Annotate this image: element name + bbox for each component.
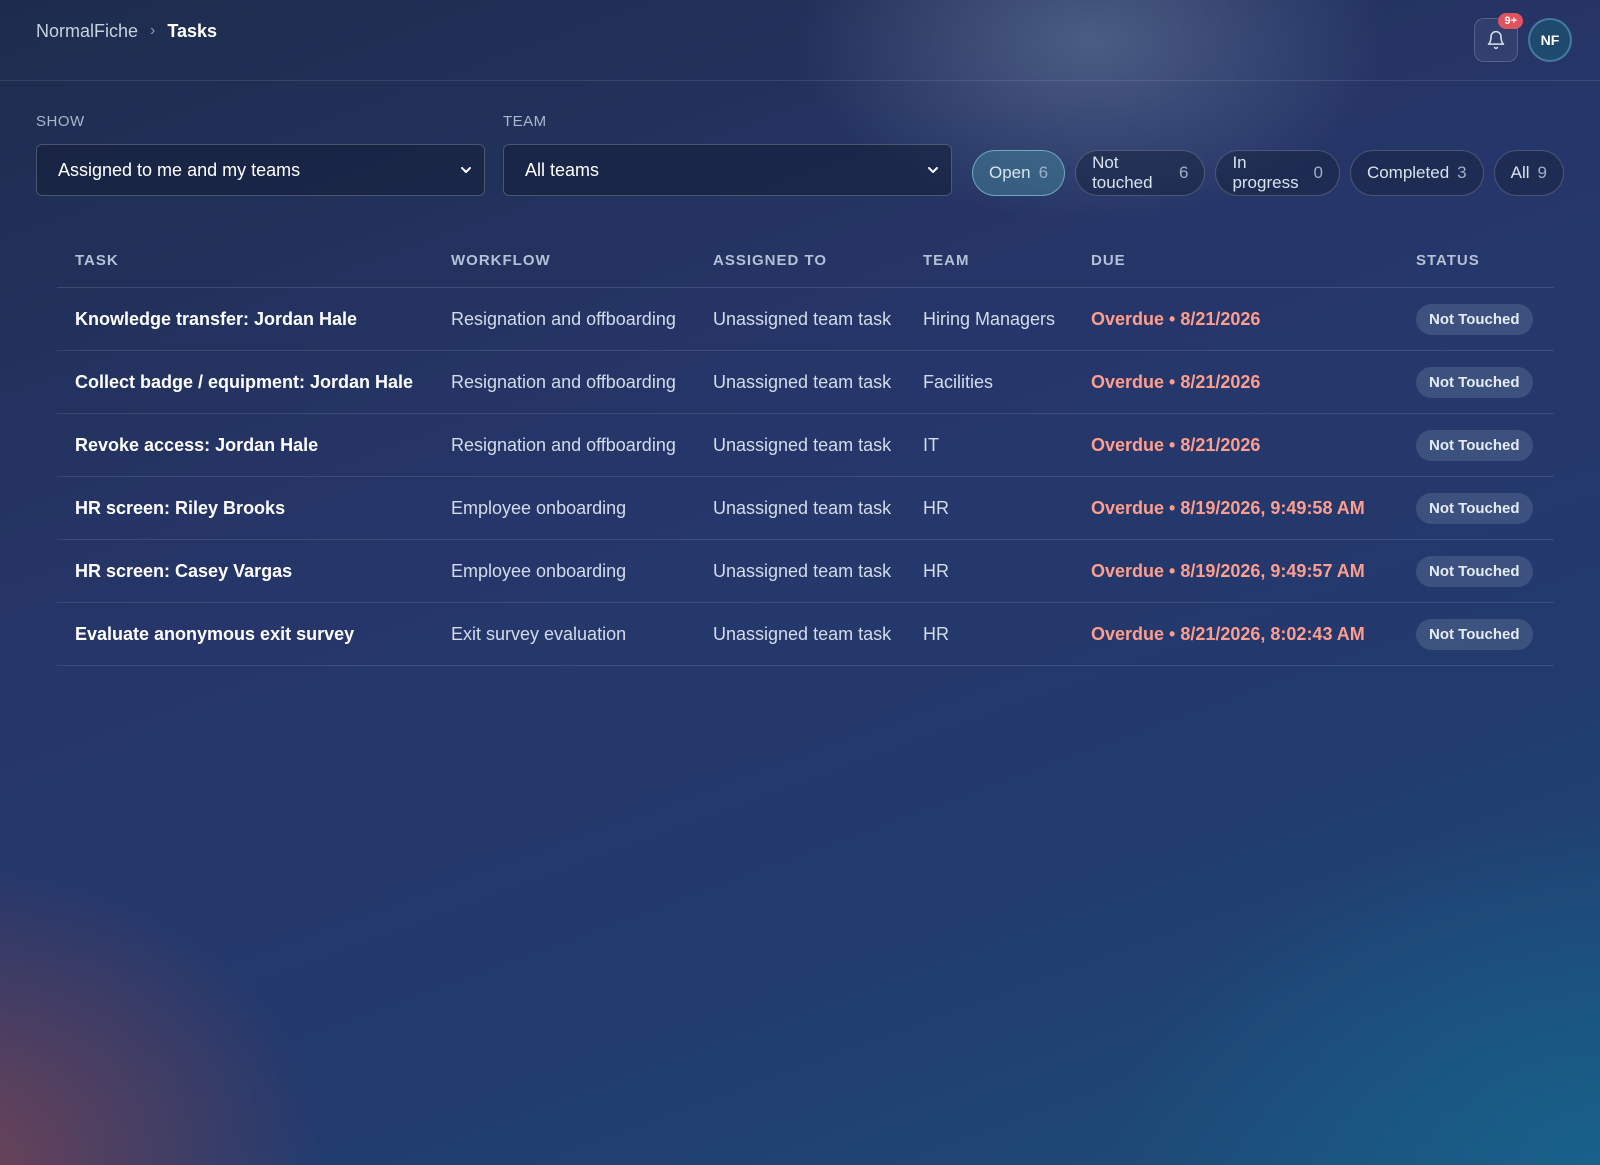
task-name[interactable]: HR screen: Casey Vargas: [57, 539, 433, 603]
assigned-to: Unassigned team task: [695, 287, 905, 351]
breadcrumb-root-link[interactable]: NormalFiche: [36, 21, 138, 42]
assigned-to: Unassigned team task: [695, 602, 905, 666]
pill-label: Completed: [1366, 163, 1450, 182]
team-name: Hiring Managers: [905, 287, 1073, 351]
column-header-task[interactable]: TASK: [57, 252, 433, 288]
task-name[interactable]: Revoke access: Jordan Hale: [57, 413, 433, 477]
status-badge: Not Touched: [1416, 366, 1533, 398]
pill-count: 3: [1457, 163, 1467, 182]
pill-open[interactable]: Open 6: [972, 150, 1066, 196]
pill-not-touched[interactable]: Not touched 6: [1075, 150, 1206, 196]
show-select-value: Assigned to me and my teams: [58, 159, 301, 180]
status-badge: Not Touched: [1416, 618, 1533, 650]
bell-icon: [1487, 30, 1505, 50]
show-filter-label: SHOW: [36, 113, 85, 130]
pill-all[interactable]: All 9: [1493, 150, 1564, 196]
assigned-to: Unassigned team task: [695, 350, 905, 414]
team-name: Facilities: [905, 350, 1073, 414]
assigned-to: Unassigned team task: [695, 413, 905, 477]
chevron-down-icon: [461, 167, 471, 173]
column-header-assigned-to[interactable]: ASSIGNED TO: [695, 252, 905, 288]
filters-bar: SHOW Assigned to me and my teams TEAM Al…: [0, 113, 1600, 196]
breadcrumb-separator: ›: [150, 22, 156, 39]
team-filter-group: TEAM All teams: [503, 113, 952, 196]
column-header-workflow[interactable]: WORKFLOW: [433, 252, 695, 288]
table-row[interactable]: Evaluate anonymous exit survey Exit surv…: [57, 602, 1554, 666]
notification-count-badge: 9+: [1498, 13, 1523, 29]
workflow-name: Employee onboarding: [433, 476, 695, 540]
due-date: Overdue • 8/21/2026: [1073, 413, 1398, 477]
table-row[interactable]: Collect badge / equipment: Jordan Hale R…: [57, 350, 1554, 414]
team-select[interactable]: All teams: [503, 144, 952, 196]
task-name[interactable]: Evaluate anonymous exit survey: [57, 602, 433, 666]
workflow-name: Employee onboarding: [433, 539, 695, 603]
tasks-table: TASK WORKFLOW ASSIGNED TO TEAM DUE STATU…: [57, 252, 1554, 666]
due-date: Overdue • 8/21/2026, 8:02:43 AM: [1073, 602, 1398, 666]
status-cell: Not Touched: [1398, 476, 1554, 540]
workflow-name: Resignation and offboarding: [433, 287, 695, 351]
status-badge: Not Touched: [1416, 555, 1533, 587]
team-name: HR: [905, 602, 1073, 666]
status-cell: Not Touched: [1398, 602, 1554, 666]
pill-count: 0: [1313, 163, 1323, 182]
table-row[interactable]: HR screen: Riley Brooks Employee onboard…: [57, 476, 1554, 540]
status-cell: Not Touched: [1398, 413, 1554, 477]
team-name: HR: [905, 476, 1073, 540]
top-bar: NormalFiche › Tasks 9+ NF: [0, 0, 1600, 81]
assigned-to: Unassigned team task: [695, 476, 905, 540]
due-date: Overdue • 8/21/2026: [1073, 287, 1398, 351]
due-date: Overdue • 8/19/2026, 9:49:57 AM: [1073, 539, 1398, 603]
status-badge: Not Touched: [1416, 429, 1533, 461]
column-header-status[interactable]: STATUS: [1398, 252, 1554, 288]
due-date: Overdue • 8/19/2026, 9:49:58 AM: [1073, 476, 1398, 540]
team-name: IT: [905, 413, 1073, 477]
pill-in-progress[interactable]: In progress 0: [1215, 150, 1340, 196]
table-row[interactable]: Revoke access: Jordan Hale Resignation a…: [57, 413, 1554, 477]
show-select[interactable]: Assigned to me and my teams: [36, 144, 485, 196]
show-filter-group: SHOW Assigned to me and my teams: [36, 113, 485, 196]
breadcrumb: NormalFiche › Tasks: [36, 21, 217, 42]
pill-completed[interactable]: Completed 3: [1349, 150, 1484, 196]
column-header-team[interactable]: TEAM: [905, 252, 1073, 288]
table-row[interactable]: HR screen: Casey Vargas Employee onboard…: [57, 539, 1554, 603]
pill-count: 6: [1178, 163, 1189, 182]
table-row[interactable]: Knowledge transfer: Jordan Hale Resignat…: [57, 287, 1554, 351]
workflow-name: Resignation and offboarding: [433, 350, 695, 414]
assigned-to: Unassigned team task: [695, 539, 905, 603]
tasks-table-container: TASK WORKFLOW ASSIGNED TO TEAM DUE STATU…: [57, 252, 1554, 666]
task-name[interactable]: Knowledge transfer: Jordan Hale: [57, 287, 433, 351]
team-name: HR: [905, 539, 1073, 603]
table-header-row: TASK WORKFLOW ASSIGNED TO TEAM DUE STATU…: [57, 252, 1554, 288]
status-badge: Not Touched: [1416, 492, 1533, 524]
status-cell: Not Touched: [1398, 287, 1554, 351]
workflow-name: Exit survey evaluation: [433, 602, 695, 666]
pill-count: 9: [1537, 163, 1547, 182]
status-cell: Not Touched: [1398, 539, 1554, 603]
notifications-button[interactable]: 9+: [1474, 13, 1523, 62]
task-name[interactable]: HR screen: Riley Brooks: [57, 476, 433, 540]
team-select-value: All teams: [525, 159, 600, 180]
status-filter-pills: Open 6 Not touched 6 In progress 0 Compl…: [972, 150, 1564, 196]
pill-label: In progress: [1232, 153, 1299, 192]
user-avatar[interactable]: NF: [1528, 18, 1572, 62]
status-cell: Not Touched: [1398, 350, 1554, 414]
due-date: Overdue • 8/21/2026: [1073, 350, 1398, 414]
workflow-name: Resignation and offboarding: [433, 413, 695, 477]
pill-label: Not touched: [1092, 153, 1153, 192]
breadcrumb-current: Tasks: [167, 20, 218, 41]
pill-label: All: [1510, 163, 1530, 182]
team-filter-label: TEAM: [503, 113, 547, 130]
task-name[interactable]: Collect badge / equipment: Jordan Hale: [57, 350, 433, 414]
column-header-due[interactable]: DUE: [1073, 252, 1398, 288]
status-badge: Not Touched: [1416, 303, 1533, 335]
pill-count: 6: [1038, 163, 1049, 182]
chevron-down-icon: [928, 167, 938, 173]
top-actions: 9+ NF: [1474, 13, 1572, 62]
pill-label: Open: [989, 163, 1031, 182]
